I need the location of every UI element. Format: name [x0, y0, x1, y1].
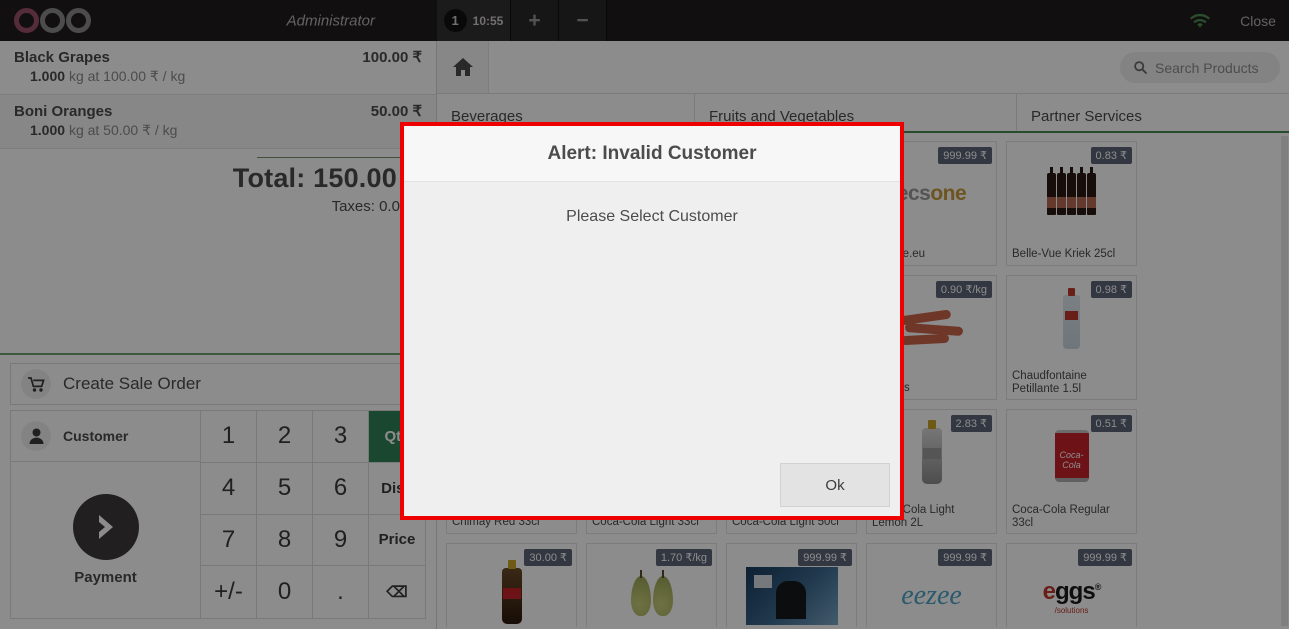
alert-dialog-header: Alert: Invalid Customer — [404, 126, 900, 182]
ok-button[interactable]: Ok — [780, 463, 890, 507]
alert-dialog: Alert: Invalid Customer Please Select Cu… — [400, 122, 904, 520]
alert-dialog-footer: Ok — [404, 454, 900, 516]
alert-dialog-body: Please Select Customer — [404, 182, 900, 454]
alert-dialog-title: Alert: Invalid Customer — [547, 142, 757, 164]
alert-dialog-message: Please Select Customer — [566, 208, 738, 225]
pos-screen: Administrator 1 10:55 + − Close Black Gr… — [0, 0, 1289, 629]
